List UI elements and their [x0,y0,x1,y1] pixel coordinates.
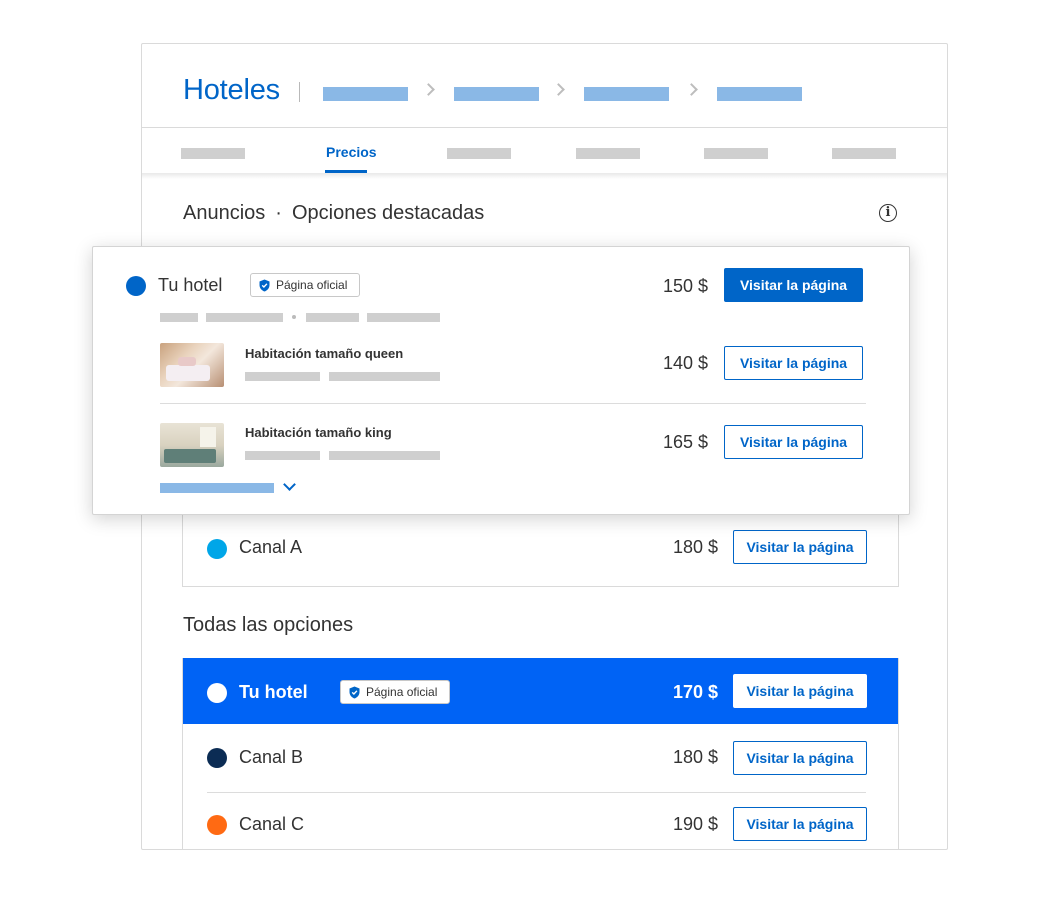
dot-separator [292,315,296,319]
address-placeholder [206,313,283,322]
tab-precios[interactable]: Precios [326,144,377,160]
address-placeholder [306,313,359,322]
queen-room-visit-button[interactable]: Visitar la página [724,346,863,380]
channel-a-price: 180 $ [672,537,718,557]
featured-badge-label: Página oficial [276,278,348,292]
canal-c-dot [207,815,227,835]
tab-3[interactable] [447,148,511,159]
chevron-right-icon [552,83,565,96]
tu-hotel-visit-button[interactable]: Visitar la página [733,674,867,708]
featured-visit-button[interactable]: Visitar la página [724,268,863,302]
canal-b-dot [207,748,227,768]
breadcrumb-item-1[interactable] [323,87,408,101]
room-detail-placeholder [329,451,440,460]
room-detail-placeholder [245,451,320,460]
header-divider [142,127,947,128]
featured-official-badge: Página oficial [250,273,361,297]
tabs-shadow [142,173,947,179]
info-icon[interactable]: i [879,204,897,222]
featured-price: 150 $ [662,276,708,296]
tab-6[interactable] [832,148,896,159]
room-detail-placeholder [329,372,440,381]
address-placeholder [160,313,198,322]
chevron-down-icon[interactable] [283,478,296,491]
page-title: Hoteles [183,74,280,106]
address-placeholder [367,313,440,322]
breadcrumb-item-4[interactable] [717,87,802,101]
featured-hotel-dot [126,276,146,296]
canal-c-price: 190 $ [672,814,718,834]
channel-a-name: Canal A [239,537,303,557]
tab-1[interactable] [181,148,245,159]
tu-hotel-dot [207,683,227,703]
featured-hotel-name: Tu hotel [158,275,223,295]
canal-c-name: Canal C [239,814,305,834]
title-divider [299,82,300,102]
tu-hotel-name: Tu hotel [239,682,308,702]
option-row-canal-c[interactable]: Canal C 190 $ Visitar la página [183,793,898,849]
canal-b-name: Canal B [239,747,304,767]
tab-5[interactable] [704,148,768,159]
chevron-right-icon [422,83,435,96]
option-row-canal-b[interactable]: Canal B 180 $ Visitar la página [183,726,898,792]
tu-hotel-price: 170 $ [672,682,718,702]
queen-room-name: Habitación tamaño queen [245,346,404,361]
ads-section-title: Anuncios · Opciones destacadas [183,202,484,225]
featured-hotel-card: Tu hotel Página oficial 150 $ Visitar la… [92,246,910,515]
king-room-price: 165 $ [662,432,708,452]
canal-b-visit-button[interactable]: Visitar la página [733,741,867,775]
ads-subtitle: Opciones destacadas [291,202,485,224]
queen-room-thumbnail [160,343,224,387]
king-room-thumbnail [160,423,224,467]
canal-c-visit-button[interactable]: Visitar la página [733,807,867,841]
ad-channel-card: Canal A 180 $ Visitar la página [182,504,899,587]
breadcrumb-item-2[interactable] [454,87,539,101]
option-row-tu-hotel[interactable]: Tu hotel Página oficial 170 $ Visitar la… [183,658,898,724]
queen-room-price: 140 $ [662,353,708,373]
shield-icon [259,279,270,291]
dot-separator: · [275,202,282,224]
tab-4[interactable] [576,148,640,159]
ads-title: Anuncios [183,202,266,224]
chevron-right-icon [685,83,698,96]
channel-a-dot [207,539,227,559]
show-more-link[interactable] [160,483,274,493]
king-room-visit-button[interactable]: Visitar la página [724,425,863,459]
official-page-badge: Página oficial [340,680,451,704]
room-detail-placeholder [245,372,320,381]
channel-a-visit-button[interactable]: Visitar la página [733,530,867,564]
all-options-title: Todas las opciones [183,614,354,636]
badge-label: Página oficial [366,685,438,699]
room-divider [160,403,866,404]
shield-icon [349,686,360,698]
all-options-list: Tu hotel Página oficial 170 $ Visitar la… [182,658,899,849]
breadcrumb-item-3[interactable] [584,87,669,101]
king-room-name: Habitación tamaño king [245,425,392,440]
canal-b-price: 180 $ [672,747,718,767]
